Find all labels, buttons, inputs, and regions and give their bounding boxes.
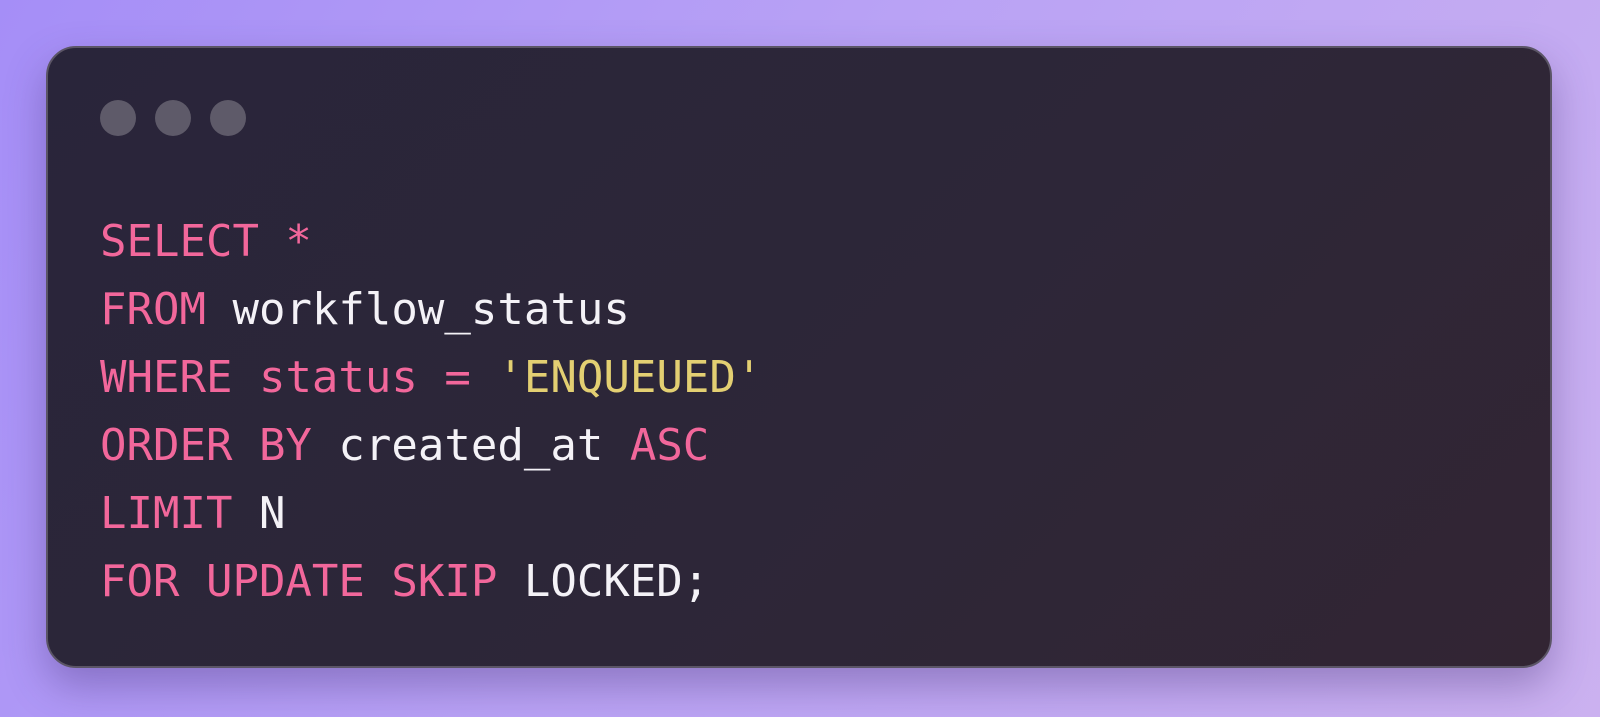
code-line-5: LIMIT N bbox=[100, 480, 762, 548]
minimize-dot-icon[interactable] bbox=[155, 100, 191, 136]
maximize-dot-icon[interactable] bbox=[210, 100, 246, 136]
sql-code-block: SELECT * FROM workflow_status WHERE status… bbox=[100, 208, 762, 616]
operator: = bbox=[444, 352, 471, 403]
sql-keyword: ASC bbox=[629, 420, 710, 471]
limit-value: N bbox=[258, 488, 286, 539]
column-name: created_at bbox=[338, 420, 604, 471]
string-literal: 'ENQUEUED' bbox=[497, 352, 763, 403]
code-window: SELECT * FROM workflow_status WHERE status… bbox=[46, 46, 1552, 668]
code-line-2: FROM workflow_status bbox=[100, 276, 762, 344]
table-name: workflow_status bbox=[232, 284, 630, 335]
sql-keyword-plain: LOCKED; bbox=[523, 556, 710, 607]
sql-keyword: FOR UPDATE SKIP bbox=[100, 556, 498, 607]
code-line-3: WHERE status = 'ENQUEUED' bbox=[100, 344, 762, 412]
sql-keyword: FROM bbox=[100, 284, 206, 335]
close-dot-icon[interactable] bbox=[100, 100, 136, 136]
sql-keyword: SELECT * bbox=[100, 216, 312, 267]
sql-keyword: WHERE bbox=[100, 352, 233, 403]
sql-keyword: ORDER BY bbox=[100, 420, 312, 471]
code-line-4: ORDER BY created_at ASC bbox=[100, 412, 762, 480]
column-name: status bbox=[258, 352, 418, 403]
window-controls bbox=[100, 100, 246, 136]
code-line-6: FOR UPDATE SKIP LOCKED; bbox=[100, 548, 762, 616]
sql-keyword: LIMIT bbox=[100, 488, 233, 539]
code-line-1: SELECT * bbox=[100, 208, 762, 276]
